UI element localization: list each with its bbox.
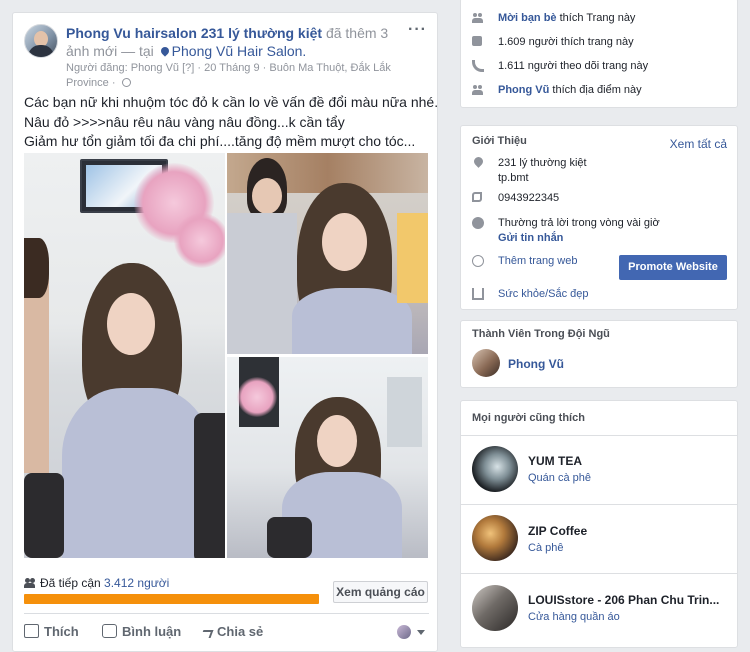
team-card: Thành Viên Trong Đội Ngũ Phong Vũ (460, 320, 738, 388)
at-separator: — tại (121, 43, 154, 59)
also-like-card: Mọi người cũng thích YUM TEA Quán cà phê… (460, 400, 738, 648)
page-stats-card: Mời bạn bè thích Trang này 1.609 người t… (460, 0, 738, 108)
reach-progress-fill (24, 594, 319, 604)
post-date[interactable]: 20 Tháng 9 (204, 62, 259, 74)
also-like-title: Mọi người cũng thích (472, 412, 585, 424)
location-pin-icon (472, 155, 485, 168)
member-name[interactable]: Phong Vũ (508, 357, 564, 371)
post-actions: Thích Bình luận Chia sẻ (24, 613, 429, 651)
page-category[interactable]: Cửa hàng quần áo (528, 611, 620, 623)
poster-link[interactable]: Phong Vũ (131, 62, 179, 74)
page-name[interactable]: LOUISstore - 206 Phan Chu Trin... (528, 593, 719, 607)
post-card: Phong Vu hairsalon 231 lý thường kiệt đã… (12, 12, 438, 652)
reach-section: Đã tiếp cận 3.412 người Xem quảng cáo (24, 576, 429, 608)
comment-button[interactable]: Bình luận (102, 623, 181, 641)
shopping-cart-icon (472, 288, 484, 300)
author-link[interactable]: Phong Vu hairsalon 231 lý thường kiệt (66, 25, 322, 41)
place-link[interactable]: Phong Vũ Hair Salon. (172, 43, 307, 59)
reach-count[interactable]: 3.412 người (104, 576, 169, 590)
page-category[interactable]: Cà phê (528, 542, 563, 554)
post-text: Các bạn nữ khi nhuộm tóc đỏ k cần lo về … (24, 93, 438, 152)
post-meta: Người đăng: Phong Vũ [?] · 20 Tháng 9 · … (66, 62, 391, 89)
page-name[interactable]: ZIP Coffee (528, 524, 587, 538)
chevron-down-icon[interactable] (417, 630, 425, 635)
post-photo[interactable] (227, 357, 428, 558)
page-name[interactable]: YUM TEA (528, 454, 582, 468)
people-icon (24, 578, 36, 588)
people-icon (472, 84, 484, 96)
page-avatar[interactable] (472, 446, 518, 492)
globe-icon[interactable] (121, 78, 131, 87)
about-title: Giới Thiệu (472, 135, 527, 147)
promote-website-button[interactable]: Promote Website (619, 255, 727, 280)
team-title: Thành Viên Trong Đội Ngũ (472, 328, 610, 340)
share-icon (200, 630, 214, 638)
category-link[interactable]: Sức khỏe/Sắc đẹp (498, 287, 728, 302)
reach-progress-bar (24, 594, 319, 604)
like-button[interactable]: Thích (24, 623, 79, 641)
location-pin-icon (159, 45, 171, 57)
more-options-icon[interactable]: ··· (408, 22, 427, 38)
thumbs-up-icon (472, 36, 482, 46)
messenger-icon (472, 217, 484, 229)
post-text-line: Các bạn nữ khi nhuộm tóc đỏ k cần lo về … (24, 94, 438, 110)
about-card: Giới Thiệu Xem tất cả 231 lý thường kiệt… (460, 125, 738, 310)
post-text-line: Giảm hư tổn giảm tối đa chi phí....tăng … (24, 133, 416, 149)
post-photo[interactable] (227, 153, 428, 354)
rss-icon (472, 60, 484, 72)
thumbs-up-icon (24, 624, 39, 638)
comment-icon (102, 624, 117, 638)
phone-icon (472, 192, 482, 202)
member-avatar[interactable] (472, 349, 500, 377)
page-avatar[interactable] (24, 24, 58, 58)
post-photo[interactable] (24, 153, 225, 558)
post-text-line: Nâu đỏ >>>>nâu rêu nâu vàng nâu đồng...k… (24, 113, 345, 130)
page-category[interactable]: Quán cà phê (528, 472, 591, 484)
see-all-link[interactable]: Xem tất cả (670, 137, 727, 151)
share-button[interactable]: Chia sẻ (200, 623, 263, 641)
globe-icon (472, 255, 484, 267)
page-avatar[interactable] (472, 585, 518, 631)
react-as-avatar[interactable] (397, 625, 411, 639)
page-avatar[interactable] (472, 515, 518, 561)
reach-text: Đã tiếp cận 3.412 người (40, 576, 170, 590)
view-ads-button[interactable]: Xem quảng cáo (333, 581, 428, 603)
post-header: Phong Vu hairsalon 231 lý thường kiệt đã… (66, 24, 401, 60)
send-message-link[interactable]: Gửi tin nhắn (498, 232, 563, 244)
people-icon (472, 12, 484, 24)
